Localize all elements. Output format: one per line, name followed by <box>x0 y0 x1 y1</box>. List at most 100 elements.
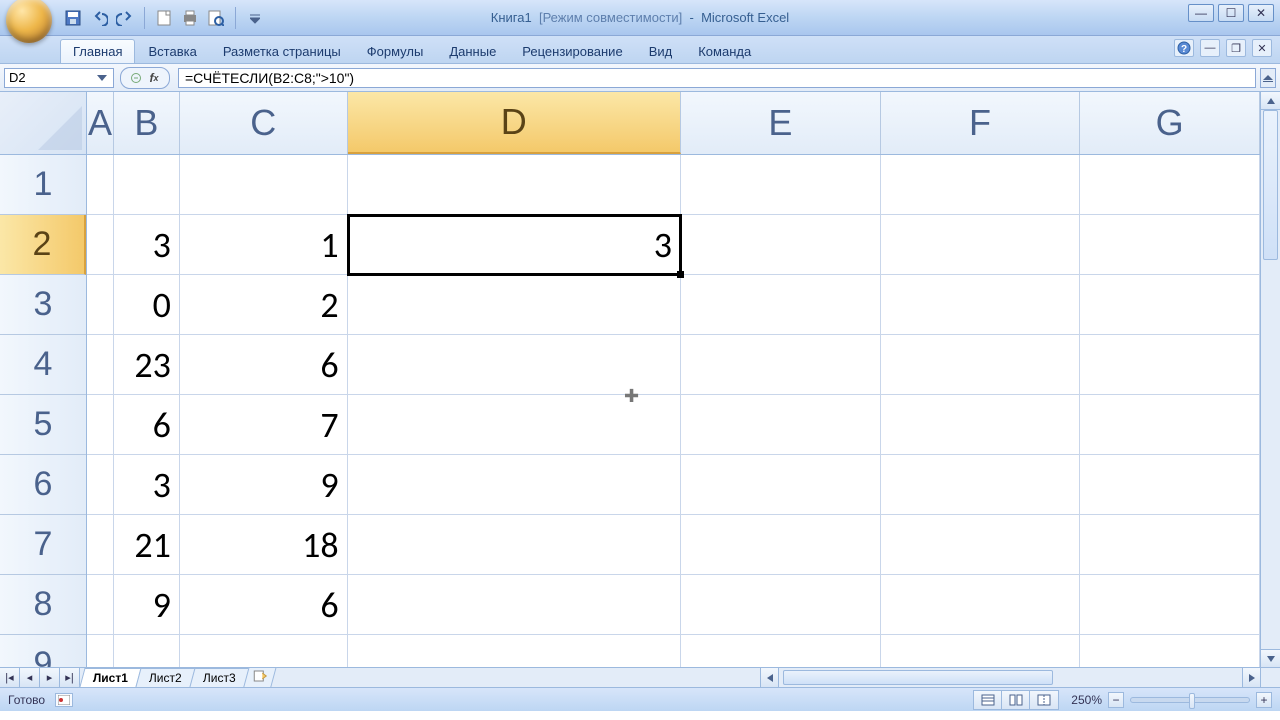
cell[interactable] <box>114 635 180 667</box>
cell[interactable] <box>348 575 681 635</box>
cell[interactable] <box>1080 395 1260 455</box>
cell[interactable] <box>1080 575 1260 635</box>
zoom-level[interactable]: 250% <box>1071 693 1102 707</box>
cell[interactable] <box>87 515 114 575</box>
row-header[interactable]: 4 <box>0 335 86 395</box>
sheet-tab[interactable]: Лист3 <box>189 668 249 687</box>
macro-record-icon[interactable] <box>55 693 73 707</box>
view-page-break-button[interactable] <box>1030 691 1058 709</box>
new-icon[interactable] <box>155 9 173 27</box>
column-header[interactable]: G <box>1080 92 1260 154</box>
cell[interactable] <box>87 395 114 455</box>
cell[interactable] <box>881 155 1081 215</box>
zoom-in-button[interactable]: + <box>1256 692 1272 708</box>
cell[interactable] <box>87 155 114 215</box>
cell[interactable]: 0 <box>114 275 180 335</box>
column-header[interactable]: C <box>180 92 348 154</box>
cell[interactable] <box>1080 155 1260 215</box>
cell[interactable]: 3 <box>114 215 180 275</box>
qat-customize-icon[interactable] <box>246 9 264 27</box>
cell[interactable] <box>681 395 881 455</box>
sheet-nav-last-icon[interactable]: ▸| <box>60 668 80 687</box>
maximize-button[interactable]: ☐ <box>1218 4 1244 22</box>
row-header[interactable]: 8 <box>0 575 86 635</box>
cell[interactable]: 3 <box>114 455 180 515</box>
cells-area[interactable]: 313022366739211896 <box>87 155 1260 667</box>
cell[interactable] <box>881 215 1081 275</box>
name-box-dropdown-icon[interactable] <box>95 71 109 85</box>
save-icon[interactable] <box>64 9 82 27</box>
view-page-layout-button[interactable] <box>1002 691 1030 709</box>
column-header[interactable]: E <box>681 92 881 154</box>
horizontal-scroll-thumb[interactable] <box>783 670 1053 685</box>
row-header[interactable]: 3 <box>0 275 86 335</box>
ribbon-tab[interactable]: Данные <box>436 39 509 63</box>
cell[interactable] <box>881 455 1081 515</box>
cell[interactable] <box>681 635 881 667</box>
scroll-down-button[interactable] <box>1261 649 1280 667</box>
vertical-scrollbar[interactable] <box>1260 92 1280 667</box>
cell[interactable] <box>681 275 881 335</box>
scroll-right-button[interactable] <box>1242 668 1260 687</box>
cell[interactable] <box>348 515 681 575</box>
horizontal-scrollbar[interactable] <box>760 668 1260 687</box>
ribbon-tab[interactable]: Вид <box>636 39 686 63</box>
column-header[interactable]: D <box>348 92 681 154</box>
cell[interactable]: 23 <box>114 335 180 395</box>
cell[interactable] <box>348 455 681 515</box>
cell[interactable]: 2 <box>180 275 348 335</box>
print-preview-icon[interactable] <box>207 9 225 27</box>
row-header[interactable]: 6 <box>0 455 86 515</box>
cell[interactable] <box>348 335 681 395</box>
zoom-slider[interactable] <box>1130 697 1250 703</box>
vertical-scroll-thumb[interactable] <box>1263 110 1278 260</box>
cell[interactable] <box>881 635 1081 667</box>
select-all-corner[interactable] <box>0 92 87 155</box>
column-header[interactable]: F <box>881 92 1081 154</box>
new-sheet-button[interactable] <box>243 667 276 687</box>
cell[interactable]: 18 <box>180 515 348 575</box>
cell[interactable]: 9 <box>180 455 348 515</box>
cell[interactable] <box>348 155 681 215</box>
cell[interactable]: 3 <box>348 215 681 275</box>
sheet-tab[interactable]: Лист1 <box>79 668 141 687</box>
cell[interactable] <box>114 155 180 215</box>
cell[interactable] <box>87 635 114 667</box>
help-icon[interactable]: ? <box>1174 39 1194 57</box>
column-header[interactable]: B <box>114 92 180 154</box>
cell[interactable] <box>180 635 348 667</box>
cell[interactable] <box>881 515 1081 575</box>
undo-icon[interactable] <box>90 9 108 27</box>
scroll-left-button[interactable] <box>761 668 779 687</box>
name-box[interactable]: D2 <box>4 68 114 88</box>
cell[interactable] <box>681 335 881 395</box>
ribbon-tab[interactable]: Формулы <box>354 39 437 63</box>
quick-print-icon[interactable] <box>181 9 199 27</box>
close-button[interactable]: ✕ <box>1248 4 1274 22</box>
office-button[interactable] <box>6 0 52 43</box>
cell[interactable] <box>1080 215 1260 275</box>
cell[interactable] <box>881 335 1081 395</box>
cell[interactable] <box>681 155 881 215</box>
cell[interactable] <box>87 275 114 335</box>
scroll-up-button[interactable] <box>1261 92 1280 110</box>
ribbon-tab[interactable]: Рецензирование <box>509 39 635 63</box>
sheet-nav-next-icon[interactable]: ▸ <box>40 668 60 687</box>
cell[interactable] <box>348 635 681 667</box>
workbook-restore-button[interactable]: ❐ <box>1226 39 1246 57</box>
minimize-button[interactable]: — <box>1188 4 1214 22</box>
sheet-nav-prev-icon[interactable]: ◂ <box>20 668 40 687</box>
ribbon-tab[interactable]: Команда <box>685 39 764 63</box>
cell[interactable] <box>1080 275 1260 335</box>
cell[interactable] <box>87 455 114 515</box>
cell[interactable] <box>881 275 1081 335</box>
ribbon-tab[interactable]: Вставка <box>135 39 209 63</box>
row-header[interactable]: 1 <box>0 155 86 215</box>
cell[interactable] <box>1080 455 1260 515</box>
sheet-nav-first-icon[interactable]: |◂ <box>0 668 20 687</box>
cell[interactable] <box>681 455 881 515</box>
row-header[interactable]: 2 <box>0 215 86 275</box>
workbook-close-button[interactable]: ✕ <box>1252 39 1272 57</box>
ribbon-tab[interactable]: Разметка страницы <box>210 39 354 63</box>
cell[interactable]: 9 <box>114 575 180 635</box>
